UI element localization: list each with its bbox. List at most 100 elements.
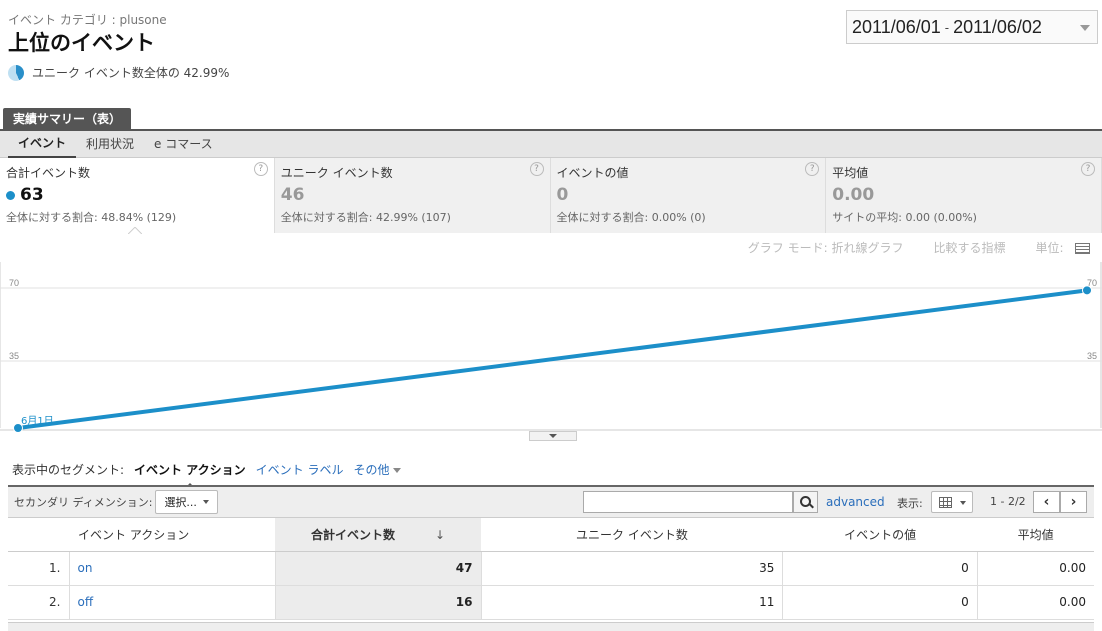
table-footer [8,622,1094,631]
compare-metric-option[interactable]: 比較する指標 [933,239,1005,256]
search-icon[interactable] [793,491,818,513]
col-header-average-value[interactable]: 平均値 [977,518,1094,552]
segment-event-label[interactable]: イベント ラベル [256,461,344,478]
event-action-cell: off [69,585,276,620]
date-range-picker[interactable]: 2011/06/01 - 2011/06/02 [846,10,1098,44]
metric-value: 0.00 [832,185,875,205]
average-value-cell: 0.00 [977,585,1094,620]
metric-label: ユニーク イベント数 [280,166,393,180]
table-view-selector[interactable] [931,491,973,513]
unique-events-cell: 35 [481,551,784,586]
event-value-cell: 0 [782,585,978,620]
table-filter-input[interactable] [583,491,793,513]
date-start: 2011/06/01 [852,16,941,37]
tab-events[interactable]: イベント [8,130,77,158]
segment-selector: 表示中のセグメント: イベント アクション イベント ラベル その他 [12,461,402,488]
next-page-button[interactable]: › [1060,491,1087,513]
chevron-down-icon [960,501,966,505]
table-header-row: イベント アクション 合計イベント数 ↓ ユニーク イベント数 イベントの値 平均… [8,518,1094,552]
row-index: 1. [8,551,70,586]
unit-label: 単位: [1035,241,1064,255]
event-category-label: イベント カテゴリ : plusone [8,13,167,27]
event-value-cell: 0 [782,551,978,586]
date-separator: - [944,19,950,35]
metric-label: 合計イベント数 [6,166,91,180]
metric-cards: 合計イベント数 63 全体に対する割合: 48.84% (129) ? ユニーク… [0,158,1102,233]
table-row: 2. off 16 11 0 0.00 [8,585,1094,620]
segment-label: 表示中のセグメント: [12,463,125,477]
segment-more[interactable]: その他 [353,461,402,478]
date-end: 2011/06/02 [953,16,1042,37]
pagination-controls: ‹ › [1033,491,1087,513]
secondary-dimension-select[interactable]: 選択... [155,490,218,514]
help-icon[interactable]: ? [1081,162,1095,176]
metric-subtext: サイトの平均: 0.00 (0.00%) [832,211,977,224]
unique-events-cell: 11 [481,585,784,620]
graph-options: グラフ モード: 折れ線グラフ 比較する指標 単位: [748,239,1090,256]
event-action-link[interactable]: on [78,561,93,575]
select-label: 選択... [164,496,197,509]
chevron-down-icon [393,468,402,473]
help-icon[interactable]: ? [529,162,544,176]
y-tick-label-right: 35 [1087,351,1097,361]
series-dot-icon [6,190,15,200]
metric-card-unique-events[interactable]: ユニーク イベント数 46 全体に対する割合: 42.99% (107) ? [274,158,551,233]
active-metric-caret [128,227,142,234]
metric-label: イベントの値 [556,166,629,180]
event-action-link[interactable]: off [78,595,94,609]
metric-value: 63 [6,185,268,205]
table-row: 1. on 47 35 0 0.00 [8,551,1094,586]
metric-value: 46 [280,185,305,205]
col-header-total-label: 合計イベント数 [310,527,395,542]
graph-mode-option[interactable]: グラフ モード: 折れ線グラフ [748,239,904,256]
y-tick-label-left: 70 [9,278,19,288]
row-index: 2. [8,585,70,620]
data-point [1082,285,1092,296]
segment-event-action[interactable]: イベント アクション [134,461,246,488]
x-tick-label: 6月1日 [21,415,54,427]
sort-arrow-icon: ↓ [434,527,446,542]
col-header-event-value[interactable]: イベントの値 [782,518,978,552]
series-line [17,288,1088,430]
prev-page-button[interactable]: ‹ [1033,491,1060,513]
unit-table-icon[interactable] [1075,243,1090,254]
tab-usage[interactable]: 利用状況 [76,131,144,157]
report-header: イベント カテゴリ : plusone 上位のイベント ユニーク イベント数全体… [0,0,1102,100]
metric-subtext: 全体に対する割合: 42.99% (107) [280,211,451,224]
page-title: 上位のイベント [8,31,155,55]
metric-value: 0 [556,185,569,205]
segment-more-label: その他 [353,463,390,477]
metric-value-text: 63 [20,185,44,205]
tab-ecommerce[interactable]: e コマース [144,131,223,157]
chevron-down-icon [202,500,209,504]
pagination-range: 1 - 2/2 [990,495,1026,508]
events-table: イベント アクション 合計イベント数 ↓ ユニーク イベント数 イベントの値 平均… [8,518,1094,620]
performance-summary-tab[interactable]: 実績サマリー（表） [3,108,132,130]
help-icon[interactable]: ? [253,162,268,176]
average-value-cell: 0.00 [977,551,1094,586]
chevron-down-icon [1080,25,1090,31]
unit-option[interactable]: 単位: [1035,239,1090,256]
pie-chart-icon [8,64,24,81]
col-header-unique-events[interactable]: ユニーク イベント数 [481,518,783,552]
grid-icon [939,497,952,508]
col-header-event-action[interactable]: イベント アクション [8,518,275,552]
table-toolbar: セカンダリ ディメンション: 選択... advanced 表示: 1 - 2/… [8,485,1094,518]
metric-card-average-value[interactable]: 平均値 0.00 サイトの平均: 0.00 (0.00%) ? [826,158,1102,233]
metric-card-event-value[interactable]: イベントの値 0 全体に対する割合: 0.00% (0) ? [550,158,827,233]
unique-summary-text: ユニーク イベント数全体の 42.99% [32,66,230,80]
unique-events-summary: ユニーク イベント数全体の 42.99% [8,64,229,81]
total-events-cell: 16 [275,585,482,620]
total-events-cell: 47 [275,551,482,586]
metric-group-tabs: イベント 利用状況 e コマース [0,131,1102,158]
advanced-filter-link[interactable]: advanced [826,495,885,509]
secondary-dimension-label: セカンダリ ディメンション: [14,496,153,509]
y-tick-label-left: 35 [9,351,19,361]
chart-collapse-handle[interactable] [529,431,577,441]
display-label: 表示: [897,497,923,510]
metric-subtext: 全体に対する割合: 48.84% (129) [6,211,177,224]
metric-subtext: 全体に対する割合: 0.00% (0) [556,211,706,224]
event-action-cell: on [69,551,276,586]
metric-card-total-events[interactable]: 合計イベント数 63 全体に対する割合: 48.84% (129) ? [0,158,275,233]
col-header-total-events[interactable]: 合計イベント数 ↓ [275,518,481,552]
